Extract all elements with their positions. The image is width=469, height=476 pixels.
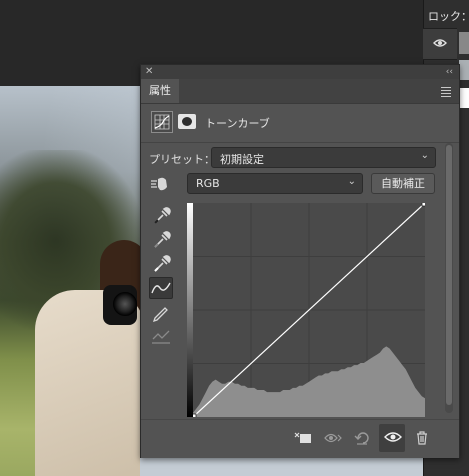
- curve-tools: [149, 205, 175, 349]
- curve-point-handle: [421, 199, 429, 207]
- layer-visibility-toggle[interactable]: [423, 28, 457, 60]
- curve-chart[interactable]: [189, 199, 429, 421]
- gray-point-eyedropper-icon[interactable]: [149, 229, 173, 251]
- panel-menu-icon[interactable]: [441, 87, 451, 99]
- adjustment-title: トーンカーブ: [205, 117, 270, 130]
- reset-icon[interactable]: [353, 430, 373, 446]
- smooth-curve-icon[interactable]: [149, 325, 173, 347]
- chevron-down-icon: ⌄: [420, 150, 429, 161]
- curve-point-tool-icon[interactable]: [149, 277, 173, 299]
- curve-point-handle: [189, 413, 197, 421]
- panel-tabbar: 属性: [141, 79, 459, 104]
- properties-panel: ✕ ‹‹ 属性 トーンカーブ プリセット： 初期設定 ⌄ RGB ⌄ 自動補正: [140, 64, 460, 458]
- auto-button[interactable]: 自動補正: [371, 173, 435, 194]
- black-point-eyedropper-icon[interactable]: [149, 205, 173, 227]
- curve-graph[interactable]: [189, 199, 429, 421]
- layer-thumbnail[interactable]: [459, 60, 469, 80]
- tab-properties[interactable]: 属性: [141, 79, 179, 103]
- pencil-icon[interactable]: [149, 301, 173, 323]
- curves-adjustment-icon[interactable]: [151, 111, 173, 133]
- layer-thumbnail[interactable]: [459, 32, 469, 54]
- channel-value: RGB: [196, 177, 220, 190]
- collapse-icon[interactable]: ‹‹: [446, 65, 453, 79]
- channel-select[interactable]: RGB ⌄: [187, 173, 363, 194]
- close-icon[interactable]: ✕: [145, 65, 153, 79]
- panel-bottom-toolbar: [141, 419, 459, 458]
- photo-ground: [140, 455, 469, 476]
- adjustment-header: トーンカーブ: [151, 111, 451, 137]
- preset-select[interactable]: 初期設定 ⌄: [211, 147, 436, 168]
- eye-icon[interactable]: [384, 430, 402, 444]
- layer-mask-thumbnail[interactable]: [459, 88, 469, 108]
- view-previous-state-icon[interactable]: [323, 430, 343, 446]
- on-image-adjust-icon[interactable]: [149, 175, 171, 193]
- preset-label: プリセット：: [149, 153, 215, 166]
- clip-to-layer-icon[interactable]: [293, 430, 313, 446]
- white-point-eyedropper-icon[interactable]: [149, 253, 173, 275]
- trash-icon[interactable]: [414, 430, 430, 446]
- lock-label: ロック：: [428, 10, 469, 23]
- panel-titlebar: ✕ ‹‹: [141, 65, 459, 79]
- chevron-down-icon: ⌄: [347, 176, 356, 187]
- photo-lens: [113, 292, 137, 316]
- eye-icon: [433, 39, 447, 47]
- divider: [141, 142, 459, 143]
- preset-value: 初期設定: [220, 153, 264, 166]
- scrollbar-thumb[interactable]: [446, 145, 452, 405]
- mask-icon[interactable]: [178, 114, 196, 129]
